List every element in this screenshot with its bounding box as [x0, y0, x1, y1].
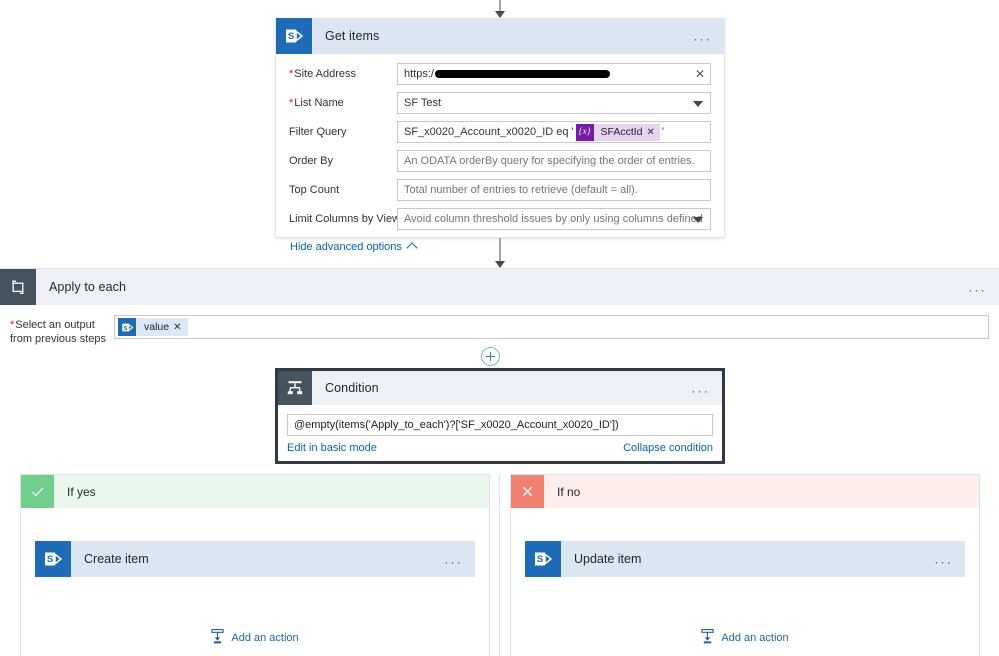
sharepoint-icon: S: [525, 541, 561, 577]
field-label-order-by: Order By: [289, 155, 334, 167]
add-action-label-no: Add an action: [721, 632, 789, 644]
field-top-count: Top Count Total number of entries to ret…: [289, 179, 711, 201]
add-action-icon: [701, 628, 714, 647]
add-action-label-yes: Add an action: [231, 632, 299, 644]
if-yes-header[interactable]: If yes: [21, 475, 489, 508]
sharepoint-icon: S: [276, 18, 312, 54]
field-site-address: *Site Address https:/ ✕: [289, 63, 711, 85]
filter-query-value: SF_x0020_Account_x0020_ID eq ': [404, 126, 574, 138]
dynamic-content-token[interactable]: {x} SFAcctId ✕: [575, 123, 660, 141]
svg-text:S: S: [123, 325, 127, 331]
if-no-title: If no: [557, 484, 581, 499]
svg-text:S: S: [288, 31, 294, 42]
apply-to-each-body: *Select an output from previous steps S …: [0, 305, 999, 366]
expression-icon: {x}: [575, 123, 594, 141]
list-name-value: SF Test: [404, 97, 442, 109]
condition-links: Edit in basic mode Collapse condition: [287, 442, 713, 454]
filter-query-input[interactable]: SF_x0020_Account_x0020_ID eq ' {x} SFAcc…: [397, 121, 711, 143]
dynamic-content-chip[interactable]: S value ✕: [118, 318, 188, 336]
condition-expression-value: @empty(items('Apply_to_each')?['SF_x0020…: [294, 419, 619, 431]
get-items-body: *Site Address https:/ ✕ *List Name SF Te…: [276, 54, 724, 265]
chip-remove-icon[interactable]: ✕: [173, 322, 187, 333]
condition-title: Condition: [325, 381, 379, 395]
create-item-title: Create item: [84, 552, 149, 566]
apply-to-each-overflow-menu[interactable]: ...: [969, 281, 987, 294]
apply-to-each-header[interactable]: Apply to each ...: [0, 269, 999, 305]
chevron-up-icon: [406, 242, 418, 254]
top-count-input[interactable]: Total number of entries to retrieve (def…: [397, 179, 711, 201]
if-no-header[interactable]: If no: [511, 475, 979, 508]
create-item-card[interactable]: S Create item ...: [35, 541, 475, 577]
chip-label: value: [144, 321, 170, 333]
svg-text:S: S: [537, 554, 543, 565]
branch-if-yes: If yes S Create item ... Add an action: [20, 474, 490, 656]
condition-expression-input[interactable]: @empty(items('Apply_to_each')?['SF_x0020…: [287, 414, 713, 436]
field-order-by: Order By An ODATA orderBy query for spec…: [289, 150, 711, 172]
add-an-action-yes[interactable]: Add an action: [21, 628, 489, 647]
field-filter-query: Filter Query SF_x0020_Account_x0020_ID e…: [289, 121, 711, 143]
create-item-overflow-menu[interactable]: ...: [445, 553, 463, 566]
get-items-title: Get items: [325, 29, 380, 43]
get-items-card[interactable]: S Get items ... *Site Address https:/ ✕: [275, 18, 725, 254]
token-label: SFAcctId: [600, 126, 643, 138]
connector-arrow-top: [485, 0, 515, 18]
update-item-card[interactable]: S Update item ...: [525, 541, 965, 577]
loop-icon: [0, 269, 36, 305]
site-address-input[interactable]: https:/ ✕: [397, 63, 711, 85]
field-list-name: *List Name SF Test: [289, 92, 711, 114]
svg-text:S: S: [47, 554, 53, 565]
branch-if-no: If no S Update item ... Add an action: [510, 474, 980, 656]
order-by-placeholder: An ODATA orderBy query for specifying th…: [404, 155, 695, 167]
apply-to-each-title: Apply to each: [49, 280, 127, 294]
condition-body: @empty(items('Apply_to_each')?['SF_x0020…: [278, 405, 722, 454]
hide-advanced-options-link[interactable]: Hide advanced options: [290, 241, 418, 254]
order-by-input[interactable]: An ODATA orderBy query for specifying th…: [397, 150, 711, 172]
plus-circle-icon[interactable]: [481, 347, 500, 366]
field-label-list-name: *List Name: [289, 97, 344, 109]
connector-arrow-middle: [485, 238, 515, 268]
token-remove-icon[interactable]: ✕: [647, 127, 660, 138]
sharepoint-icon: S: [35, 541, 71, 577]
field-label-filter-query: Filter Query: [289, 126, 347, 138]
if-yes-title: If yes: [67, 484, 96, 499]
limit-columns-dropdown[interactable]: Avoid column threshold issues by only us…: [397, 208, 711, 230]
branch-divider: [499, 474, 500, 656]
required-indicator: *: [289, 68, 294, 80]
condition-header[interactable]: Condition ...: [278, 371, 722, 405]
check-icon: [21, 475, 54, 508]
close-icon: [511, 475, 544, 508]
select-output-input[interactable]: S value ✕: [114, 315, 989, 339]
add-action-icon: [211, 628, 224, 647]
top-count-placeholder: Total number of entries to retrieve (def…: [404, 184, 638, 196]
required-indicator: *: [10, 319, 15, 331]
field-label-limit-columns-by-view: Limit Columns by View: [289, 213, 401, 225]
update-item-overflow-menu[interactable]: ...: [935, 553, 953, 566]
select-output-label: *Select an output from previous steps: [10, 319, 106, 345]
redaction-bar: [434, 70, 610, 78]
collapse-condition-link[interactable]: Collapse condition: [623, 442, 713, 454]
site-address-value: https:/: [404, 68, 434, 80]
edit-in-basic-mode-link[interactable]: Edit in basic mode: [287, 442, 377, 454]
condition-overflow-menu[interactable]: ...: [692, 382, 710, 395]
required-indicator: *: [289, 97, 294, 109]
limit-columns-placeholder: Avoid column threshold issues by only us…: [404, 213, 704, 225]
clear-icon[interactable]: ✕: [695, 68, 705, 80]
field-label-top-count: Top Count: [289, 184, 340, 196]
field-label-site-address: *Site Address: [289, 68, 357, 80]
condition-icon: [278, 371, 312, 405]
get-items-overflow-menu[interactable]: ...: [694, 30, 712, 43]
get-items-header[interactable]: S Get items ...: [276, 18, 724, 54]
update-item-title: Update item: [574, 552, 642, 566]
chevron-down-icon[interactable]: [693, 101, 703, 107]
flow-designer-canvas: S Get items ... *Site Address https:/ ✕: [0, 0, 999, 656]
field-limit-columns-by-view: Limit Columns by View Avoid column thres…: [289, 208, 711, 230]
chevron-down-icon[interactable]: [693, 217, 703, 223]
condition-card[interactable]: Condition ... @empty(items('Apply_to_eac…: [275, 368, 725, 464]
filter-query-suffix: ': [661, 126, 665, 138]
sharepoint-icon: S: [118, 318, 136, 336]
list-name-dropdown[interactable]: SF Test: [397, 92, 711, 114]
add-an-action-no[interactable]: Add an action: [511, 628, 979, 647]
select-output-row: *Select an output from previous steps S …: [10, 315, 989, 346]
